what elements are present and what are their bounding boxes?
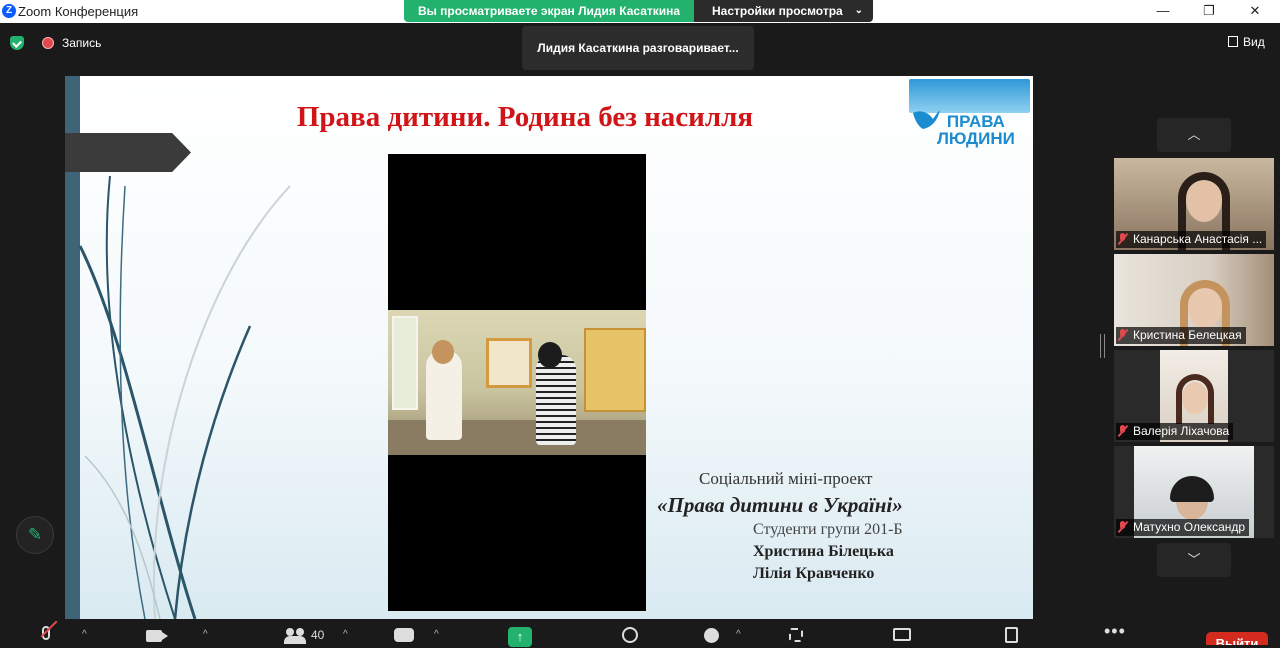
chevron-up-icon: ︿ — [1187, 127, 1201, 142]
logo-text: ПРАВА ЛЮДИНИ — [937, 113, 1015, 147]
slide-arrow-shape — [65, 133, 191, 172]
whiteboard-icon[interactable] — [893, 628, 911, 641]
participant-name: Валерія Ліхачова — [1116, 423, 1234, 440]
muted-mic-icon — [1118, 425, 1128, 437]
muted-mic-icon — [1118, 329, 1128, 341]
scene-shelf — [584, 328, 646, 412]
scene-adult — [536, 355, 576, 445]
participants-options-caret[interactable]: ^ — [343, 622, 348, 648]
video-options-caret[interactable]: ^ — [203, 622, 208, 648]
security-shield-icon[interactable] — [10, 36, 24, 50]
screen-share-banner: Вы просматриваете экран Лидия Касаткина … — [404, 0, 873, 22]
slide-title: Права дитини. Родина без насилля — [296, 101, 754, 133]
participants-count[interactable]: 40 — [311, 622, 324, 645]
meeting-toolbar: ^ ^ 40 ^ ^ ↑ ^ ••• — [0, 620, 1280, 648]
maximize-button[interactable]: ❐ — [1186, 0, 1232, 23]
participant-hair — [1176, 374, 1214, 424]
participants-icon[interactable] — [284, 628, 306, 644]
muted-mic-icon — [1118, 521, 1128, 533]
human-rights-logo: ПРАВА ЛЮДИНИ — [909, 79, 1030, 149]
annotate-pen-button[interactable]: ✎ — [16, 516, 54, 554]
pencil-icon: ✎ — [27, 525, 43, 544]
shared-screen-slide: Права дитини. Родина без насилля ПРАВА Л… — [65, 76, 1033, 619]
leave-meeting-button[interactable]: Выйти — [1206, 632, 1268, 645]
gallery-scroll-up-button[interactable]: ︿ — [1157, 118, 1231, 152]
more-options-icon[interactable]: ••• — [1104, 622, 1126, 640]
participant-name: Матухно Олександр — [1116, 519, 1250, 536]
caption-author-2: Лілія Кравченко — [753, 565, 875, 582]
participant-tile[interactable]: Кристина Белецкая — [1114, 254, 1274, 346]
window-title: Zoom Конференция — [18, 4, 139, 19]
speaking-indicator: Лидия Касаткина разговаривает... — [522, 26, 754, 70]
scene-adult-head — [538, 342, 562, 368]
chevron-down-icon: ﹀ — [1187, 552, 1201, 567]
logo-line-1: ПРАВА — [946, 112, 1005, 131]
embedded-video[interactable] — [388, 154, 646, 611]
scene-child-head — [432, 340, 454, 364]
muted-mic-icon — [1118, 233, 1128, 245]
view-grid-icon — [1228, 36, 1238, 47]
caption-project-title: «Права дитини в Україні» — [657, 493, 903, 517]
view-button[interactable]: Вид — [1228, 35, 1265, 49]
zoom-logo-icon: Z — [2, 4, 16, 18]
reactions-icon[interactable] — [704, 628, 719, 643]
viewing-screen-label: Вы просматриваете экран Лидия Касаткина — [404, 0, 694, 22]
panel-resize-handle[interactable] — [1100, 334, 1105, 358]
logo-line-2: ЛЮДИНИ — [937, 129, 1015, 148]
scene-window — [392, 316, 418, 410]
chat-options-caret[interactable]: ^ — [434, 622, 439, 648]
view-options-label: Настройки просмотра — [712, 4, 843, 18]
record-icon[interactable] — [42, 37, 54, 49]
share-screen-icon[interactable]: ↑ — [508, 627, 532, 647]
caption-project-type: Соціальний міні-проект — [699, 469, 873, 488]
view-label: Вид — [1243, 35, 1265, 49]
close-button[interactable]: ✕ — [1232, 0, 1278, 23]
record-label[interactable]: Запись — [62, 36, 101, 50]
apps-icon[interactable] — [789, 628, 803, 642]
participant-tile[interactable]: Валерія Ліхачова — [1114, 350, 1274, 442]
chat-icon[interactable] — [394, 628, 414, 642]
gallery-scroll-down-button[interactable]: ﹀ — [1157, 543, 1231, 577]
participant-tile[interactable]: Канарська Анастасія ... — [1114, 158, 1274, 250]
video-frame-image — [388, 310, 646, 455]
participant-tile[interactable]: Матухно Олександр — [1114, 446, 1274, 538]
reactions-options-caret[interactable]: ^ — [736, 622, 741, 648]
video-camera-icon[interactable] — [146, 630, 168, 642]
chevron-down-icon: ⌄ — [854, 5, 863, 16]
caption-group: Студенти групи 201-Б — [753, 521, 903, 538]
audio-options-caret[interactable]: ^ — [82, 622, 87, 648]
caption-author-1: Христина Білецька — [753, 543, 894, 560]
participant-name: Кристина Белецкая — [1116, 327, 1246, 344]
scene-easel — [486, 338, 532, 388]
participant-name: Канарська Анастасія ... — [1116, 231, 1267, 248]
view-options-button[interactable]: Настройки просмотра ⌄ — [694, 0, 873, 22]
minimize-button[interactable]: — — [1140, 0, 1186, 23]
notes-icon[interactable] — [1005, 627, 1018, 643]
record-button-icon[interactable] — [622, 627, 638, 643]
